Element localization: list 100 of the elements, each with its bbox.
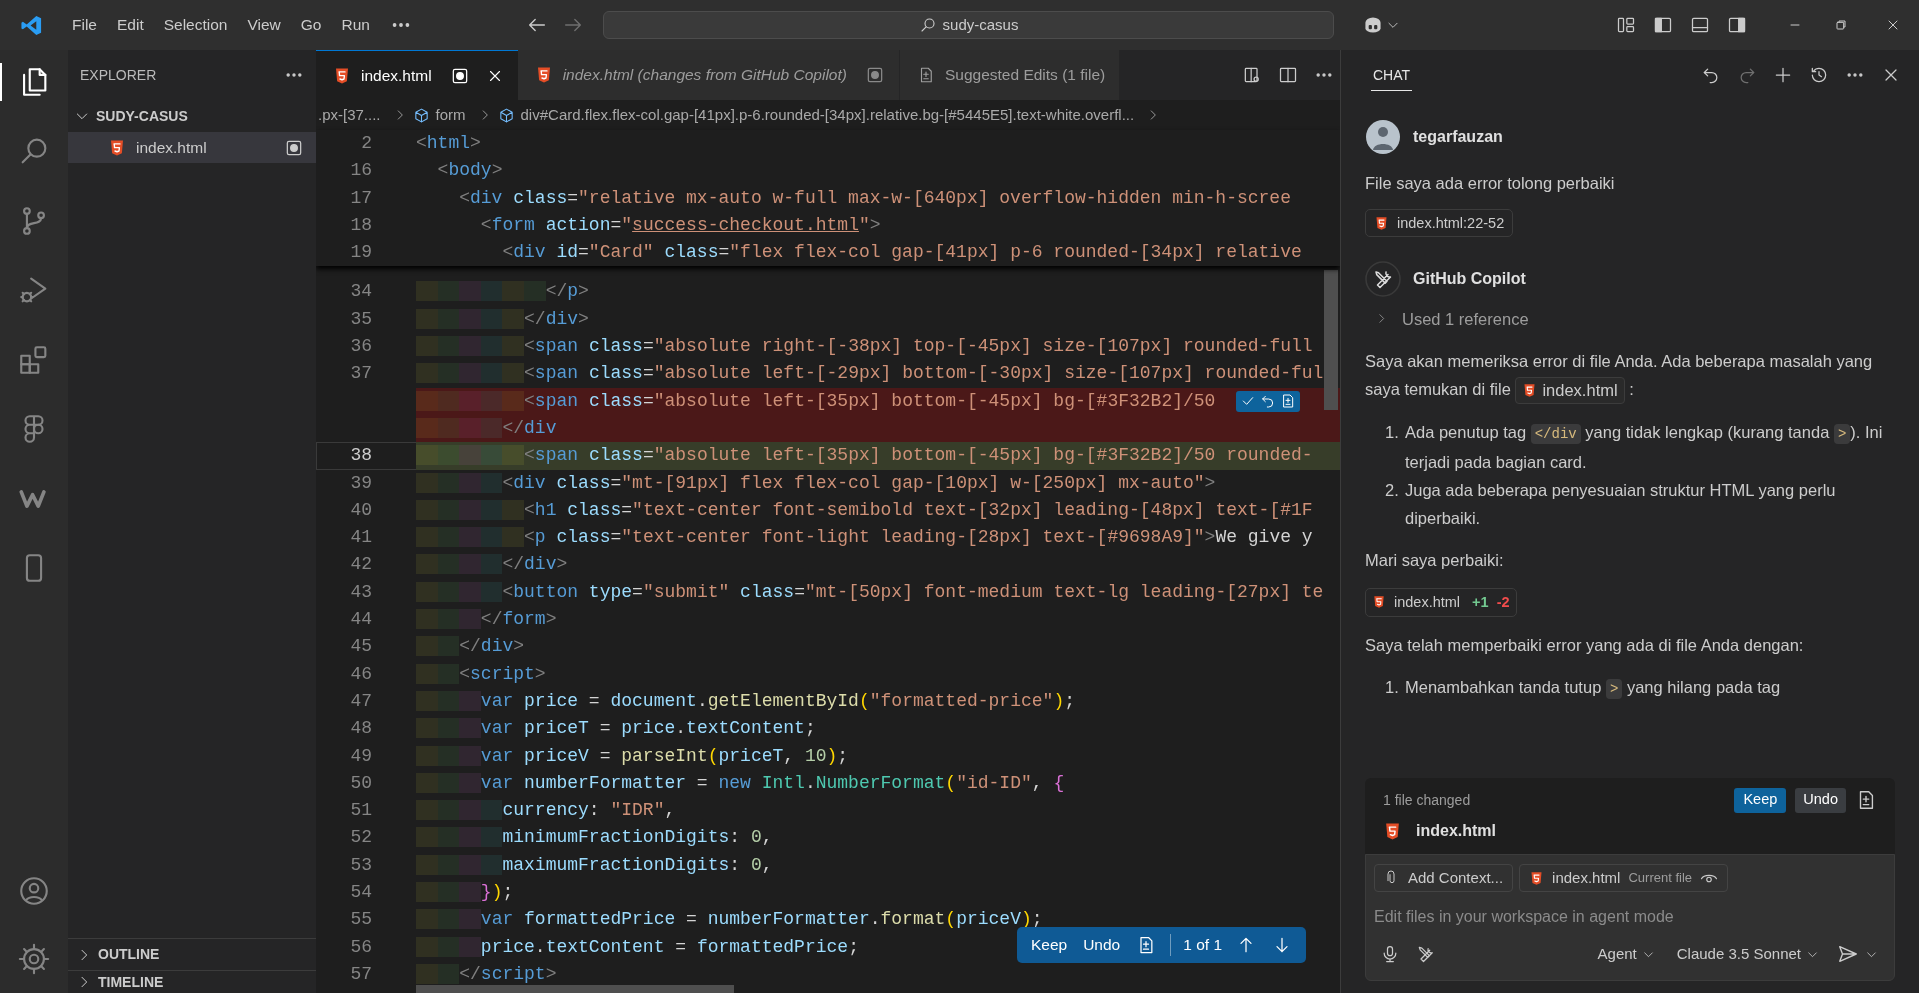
changed-file-row[interactable]: index.html: [1383, 814, 1877, 848]
line-number: 16: [350, 160, 372, 181]
restore-icon[interactable]: [1833, 17, 1849, 33]
undo-button[interactable]: Undo: [1795, 787, 1846, 813]
code-line: <html>: [416, 132, 481, 155]
plus-icon[interactable]: [1773, 65, 1793, 85]
send-icon[interactable]: [1837, 943, 1859, 965]
list-number: 1.: [1385, 421, 1400, 443]
chat-input-field[interactable]: Edit files in your workspace in agent mode: [1374, 904, 1886, 930]
menu-item[interactable]: File: [62, 10, 107, 40]
message-author: tegarfauzan: [1413, 127, 1503, 147]
keep-button[interactable]: Keep: [1022, 933, 1076, 957]
command-search-field[interactable]: sudy-casus: [603, 11, 1334, 39]
code-line: currency: "IDR",: [416, 797, 1340, 825]
code-line: <span class="absolute right-[-38px] top-[-45px] size-[107px] rounded-full: [416, 333, 1340, 361]
file-chip[interactable]: index.html:22-52: [1365, 209, 1514, 237]
line-number: 57: [350, 963, 372, 984]
menu-item[interactable]: Go: [290, 10, 332, 40]
mode-dropdown[interactable]: Agent: [1597, 942, 1655, 966]
line-number: 18: [350, 214, 372, 235]
add-context-button[interactable]: Add Context...: [1374, 864, 1514, 892]
code-line: <span class="absolute left-[35px] bottom-[-45px] bg-[#3F32B2]/50: [416, 387, 1340, 415]
line-number: 34: [350, 281, 372, 302]
scrollbar-thumb[interactable]: [416, 985, 734, 993]
code-line: maximumFractionDigits: 0,: [416, 851, 1340, 879]
code-line: <span class="absolute left-[-29px] bottom-[-30px] size-[107px] rounded-ful: [416, 360, 1340, 388]
chat-paragraph: Mari saya perbaiki:: [1365, 549, 1505, 571]
html-file-icon: [108, 138, 126, 157]
vscode-logo-icon: [19, 13, 43, 37]
changes-panel: 1 file changed Keep Undo index.html: [1365, 778, 1895, 854]
line-number: 37: [350, 363, 372, 384]
menu-item[interactable]: Run: [331, 10, 380, 40]
code-line: </form>: [416, 606, 1340, 634]
tools-icon[interactable]: [1416, 944, 1436, 964]
panel-toggle-icon[interactable]: [1689, 15, 1710, 35]
line-number: 56: [350, 936, 372, 957]
split-editor-icon[interactable]: [1278, 65, 1298, 85]
sidebar-title: EXPLORER: [80, 65, 157, 85]
keep-button[interactable]: Keep: [1734, 787, 1787, 813]
undo-button[interactable]: Undo: [1075, 933, 1129, 957]
section-header[interactable]: TIMELINE: [68, 970, 316, 993]
menu-item[interactable]: View: [237, 10, 291, 40]
code-line: </div>: [416, 633, 1340, 661]
undo-icon[interactable]: [1260, 393, 1276, 410]
breadcrumb-item[interactable]: .px-[37....: [318, 103, 381, 127]
file-link[interactable]: index.html: [1515, 376, 1625, 404]
code-line: <div id="Card" class="flex flex-col gap-[41px] p-6 rounded-[34px] relative: [501, 241, 1302, 265]
line-number: 49: [350, 745, 372, 766]
code-line: <p class="text-center font-light leading-[28px] text-[#9698A9]">We give y: [416, 524, 1340, 552]
chat-paragraph: File saya ada error tolong perbaiki: [1365, 173, 1616, 194]
editor-tab[interactable]: index.html (changes from GitHub Copilot): [517, 50, 900, 100]
code-line: <button type="submit" class="mt-[50px] font-medium text-lg leading-[27px] te: [416, 578, 1340, 607]
user-avatar: [1365, 119, 1401, 155]
diff-document-icon[interactable]: [1280, 393, 1296, 410]
menu-item[interactable]: Selection: [153, 10, 238, 40]
reference-toggle[interactable]: Used 1 reference: [1375, 304, 1897, 333]
code-line: <span class="absolute left-[35px] bottom-[-45px] bg-[#3F32B2]/50 rounded-: [416, 442, 1340, 470]
code-line: </div: [416, 414, 1340, 443]
line-number: 2: [361, 133, 372, 153]
code-line: </div>: [416, 305, 1340, 334]
copilot-avatar-icon: [1365, 260, 1401, 297]
file-row[interactable]: index.html: [68, 132, 316, 163]
secondary-sidebar-icon[interactable]: [1726, 15, 1747, 35]
chat-paragraph: Saya telah memperbaiki error yang ada di file Anda dengan:: [1365, 635, 1805, 657]
open-changes-icon[interactable]: [1242, 65, 1262, 85]
line-number: 45: [350, 636, 372, 657]
line-number: 19: [350, 242, 372, 263]
breadcrumb-item[interactable]: div#Card.flex.flex-col.gap-[41px].p-6.rounded-[34px].relative.bg-[#5445E5].text-white.overfl...: [520, 103, 1135, 127]
chat-tab[interactable]: CHAT: [1371, 59, 1413, 91]
history-icon[interactable]: [1809, 65, 1829, 85]
code-line: </p>: [416, 278, 1340, 306]
code-line: var priceV = parseInt(priceT, 10);: [416, 742, 1340, 770]
context-file-chip[interactable]: index.html Current file: [1519, 864, 1728, 892]
line-number: 48: [350, 718, 372, 739]
sidebar-toggle-icon[interactable]: [1652, 15, 1673, 35]
line-number: 52: [350, 827, 372, 848]
chat-paragraph: Saya akan memeriksa error di file Anda. Ada beberapa masalah yang saya temukan di file index.html :: [1365, 346, 1897, 404]
line-number: 46: [350, 663, 372, 684]
editor-tab[interactable]: index.html: [316, 50, 518, 100]
model-dropdown[interactable]: Claude 3.5 Sonnet: [1676, 942, 1819, 966]
line-number: 39: [350, 472, 372, 493]
line-number: 55: [350, 909, 372, 930]
folder-row[interactable]: SUDY-CASUS: [68, 100, 316, 132]
edited-file-chip[interactable]: index.html +1 -2: [1365, 587, 1517, 617]
list-number: 1.: [1385, 677, 1400, 699]
editor-tab[interactable]: Suggested Edits (1 file): [899, 50, 1121, 100]
layout-icon[interactable]: [1615, 15, 1636, 35]
account-icon[interactable]: [17, 874, 51, 908]
html-file-icon: [333, 66, 351, 85]
code-line: var numberFormatter = new Intl.NumberFormat("id-ID", {: [416, 769, 1340, 798]
line-number: 36: [350, 336, 372, 357]
code-line: minimumFractionDigits: 0,: [416, 824, 1340, 852]
breadcrumb-item[interactable]: form: [435, 103, 466, 127]
settings-icon[interactable]: [17, 942, 51, 976]
line-number: 40: [350, 499, 372, 520]
scrollbar-thumb[interactable]: [1324, 270, 1338, 410]
list-item-text: Juga ada beberapa penyesuaian struktur HTML yang perlu diperbaiki.: [1405, 479, 1837, 529]
code-line: </script>: [416, 960, 1340, 989]
menu-item[interactable]: Edit: [107, 10, 154, 40]
line-number: 54: [350, 882, 372, 902]
